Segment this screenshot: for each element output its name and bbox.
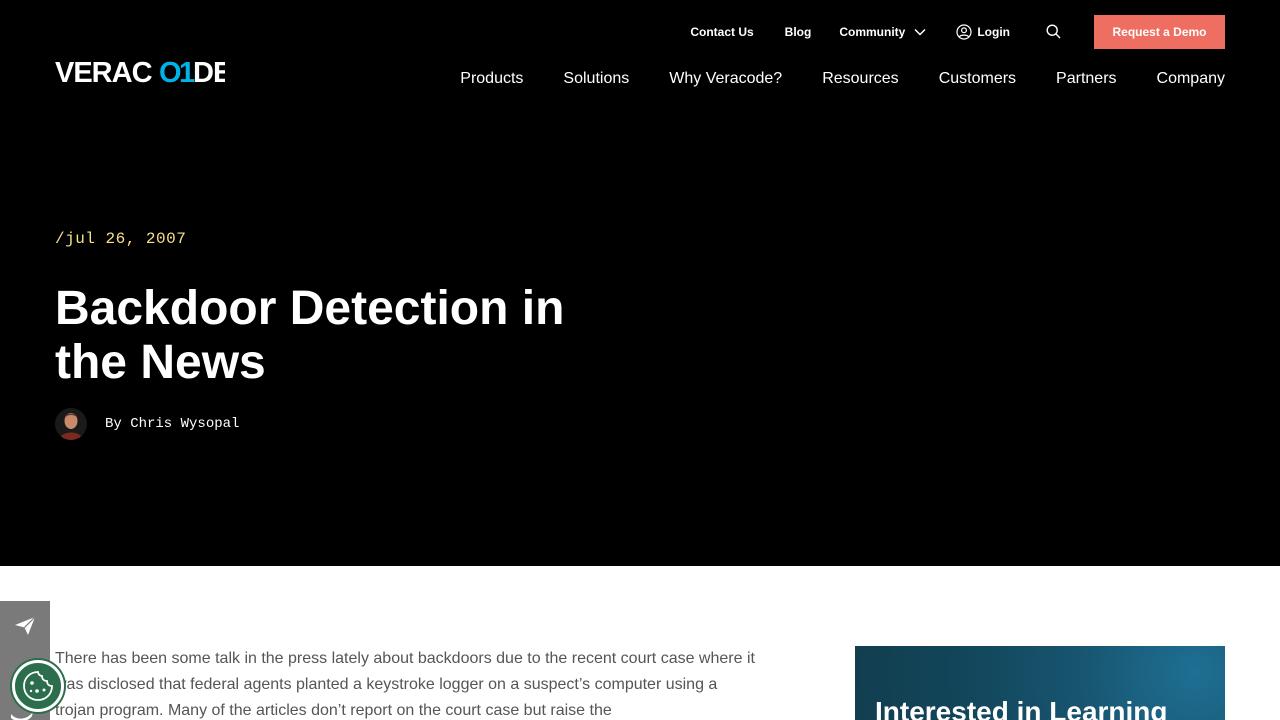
request-demo-button[interactable]: Request a Demo <box>1094 14 1225 49</box>
nav-partners[interactable]: Partners <box>1056 70 1116 88</box>
nav-company[interactable]: Company <box>1157 70 1225 88</box>
post-date: /jul 26, 2007 <box>55 230 187 248</box>
nav-solutions[interactable]: Solutions <box>563 70 629 88</box>
cookie-icon <box>23 671 53 701</box>
hero-section: Contact Us Blog Community Login Request … <box>0 0 1280 566</box>
contact-us-link[interactable]: Contact Us <box>690 25 753 39</box>
author-avatar[interactable] <box>55 408 87 440</box>
cookie-settings-button[interactable] <box>12 660 64 712</box>
sidebar-cta-card[interactable]: Interested in Learning <box>855 646 1225 720</box>
search-button[interactable] <box>1046 24 1061 39</box>
svg-text:VERAC: VERAC <box>55 57 153 85</box>
search-icon <box>1046 24 1061 39</box>
paper-plane-icon[interactable] <box>14 616 36 641</box>
login-label: Login <box>977 24 1010 39</box>
svg-text:DE: DE <box>193 57 225 85</box>
page-title: Backdoor Detection in the News <box>55 282 565 389</box>
community-dropdown[interactable]: Community <box>839 25 926 39</box>
nav-resources[interactable]: Resources <box>822 70 898 88</box>
chevron-down-icon <box>914 28 926 36</box>
author-byline: By Chris Wysopal <box>55 408 239 440</box>
user-circle-icon <box>956 23 972 40</box>
twitter-icon[interactable] <box>10 711 34 720</box>
blog-link[interactable]: Blog <box>785 25 812 39</box>
article-intro: There has been some talk in the press la… <box>55 650 755 719</box>
logo-wordmark: VERAC O 1 DE <box>55 57 233 89</box>
nav-products[interactable]: Products <box>460 70 523 88</box>
community-label: Community <box>839 24 906 39</box>
cta-title: Interested in Learning <box>875 696 1168 720</box>
nav-why-veracode[interactable]: Why Veracode? <box>669 70 782 88</box>
veracode-logo[interactable]: VERAC O 1 DE <box>55 57 233 89</box>
main-nav: Products Solutions Why Veracode? Resourc… <box>460 70 1225 88</box>
nav-customers[interactable]: Customers <box>939 70 1016 88</box>
login-link[interactable]: Login <box>956 23 1010 40</box>
utility-nav: Contact Us Blog Community Login Request … <box>690 14 1225 49</box>
author-name[interactable]: By Chris Wysopal <box>105 416 239 432</box>
